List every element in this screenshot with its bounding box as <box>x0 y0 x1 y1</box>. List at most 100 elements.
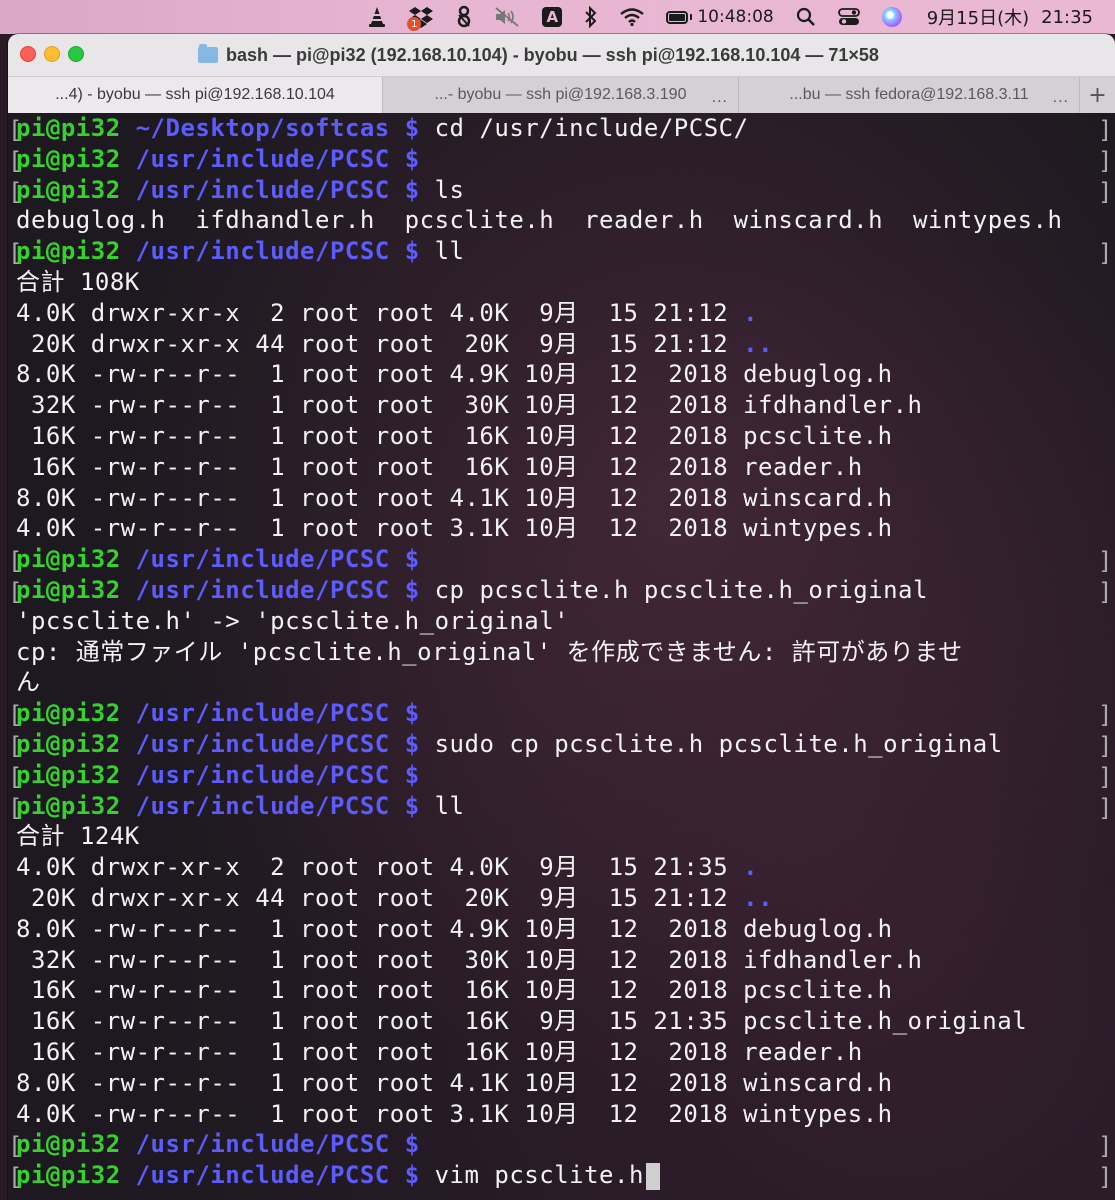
prompt-line: pi@pi32 /usr/include/PCSC $ [] <box>8 760 1115 791</box>
mute-icon[interactable] <box>483 0 531 34</box>
command-text: ll <box>434 791 465 820</box>
prompt-path: /usr/include/PCSC <box>135 575 390 604</box>
directory-entry: .. <box>743 883 774 912</box>
output-line: 16K -rw-r--r-- 1 root root 16K 10月 12 20… <box>16 975 1115 1006</box>
line-marker-left: [ <box>8 146 23 175</box>
output-text: 16K -rw-r--r-- 1 root root 16K 10月 12 20… <box>16 421 893 450</box>
prompt-symbol: $ <box>389 760 435 789</box>
prompt-line: pi@pi32 /usr/include/PCSC $ ls [] <box>8 175 1115 206</box>
line-marker-right: ] <box>1098 793 1113 822</box>
prompt-symbol: $ <box>389 545 435 574</box>
prompt-symbol: $ <box>389 791 435 820</box>
output-text: 8.0K -rw-r--r-- 1 root root 4.9K 10月 12 … <box>16 360 893 389</box>
output-line: 8.0K -rw-r--r-- 1 root root 4.9K 10月 12 … <box>16 914 1115 945</box>
prompt-path: /usr/include/PCSC <box>135 545 390 574</box>
line-marker-right: ] <box>1098 116 1113 144</box>
input-source-icon[interactable]: A <box>531 0 573 34</box>
output-line: 'pcsclite.h' -> 'pcsclite.h_original' <box>16 606 1115 637</box>
prompt-path: /usr/include/PCSC <box>135 237 390 266</box>
window-controls <box>20 46 84 62</box>
output-text: 32K -rw-r--r-- 1 root root 30K 10月 12 20… <box>16 945 923 974</box>
line-marker-left: [ <box>8 1132 23 1161</box>
line-marker-left: [ <box>8 577 23 606</box>
line-marker-right: ] <box>1098 146 1113 175</box>
output-line: 8.0K -rw-r--r-- 1 root root 4.1K 10月 12 … <box>16 483 1115 514</box>
output-line: 合計 108K <box>16 267 1115 298</box>
new-tab-button[interactable]: + <box>1080 77 1115 113</box>
output-line: 8.0K -rw-r--r-- 1 root root 4.9K 10月 12 … <box>16 359 1115 390</box>
output-line: 32K -rw-r--r-- 1 root root 30K 10月 12 20… <box>16 390 1115 421</box>
vlc-icon[interactable] <box>357 0 397 34</box>
line-marker-left: [ <box>8 731 23 760</box>
prompt-symbol: $ <box>389 237 435 266</box>
line-marker-left: [ <box>8 177 23 206</box>
close-button[interactable] <box>20 46 36 62</box>
prompt-symbol: $ <box>389 175 435 204</box>
prompt-path: /usr/include/PCSC <box>135 1161 390 1190</box>
output-line: 16K -rw-r--r-- 1 root root 16K 9月 15 21:… <box>16 1006 1115 1037</box>
output-text: 20K drwxr-xr-x 44 root root 20K 9月 15 21… <box>16 329 744 358</box>
prompt-symbol: $ <box>389 729 435 758</box>
command-text: sudo cp pcsclite.h pcsclite.h_original <box>434 729 1003 758</box>
line-marker-right: ] <box>1098 1163 1113 1192</box>
prompt-path: /usr/include/PCSC <box>135 729 390 758</box>
output-text: 'pcsclite.h' -> 'pcsclite.h_original' <box>16 606 570 635</box>
output-text: 16K -rw-r--r-- 1 root root 16K 10月 12 20… <box>16 452 863 481</box>
line-marker-left: [ <box>8 762 23 791</box>
prompt-user: pi@pi32 <box>16 1130 121 1159</box>
search-icon[interactable] <box>785 0 827 34</box>
terminal-window: bash — pi@pi32 (192.168.10.104) - byobu … <box>8 34 1115 1200</box>
minimize-button[interactable] <box>44 46 60 62</box>
command-text: ls <box>434 175 465 204</box>
output-text: 合計 124K <box>16 822 140 851</box>
line-marker-left: [ <box>8 239 23 268</box>
terminal-output[interactable]: pi@pi32 ~/Desktop/softcas $ cd /usr/incl… <box>8 113 1115 1200</box>
prompt-line: pi@pi32 /usr/include/PCSC $ ll [] <box>8 236 1115 268</box>
wifi-icon[interactable] <box>609 0 655 34</box>
prompt-line: pi@pi32 /usr/include/PCSC $ cp pcsclite.… <box>8 575 1115 606</box>
output-line: 4.0K drwxr-xr-x 2 root root 4.0K 9月 15 2… <box>16 298 1115 329</box>
title-bar[interactable]: bash — pi@pi32 (192.168.10.104) - byobu … <box>8 34 1115 77</box>
output-text: 16K -rw-r--r-- 1 root root 16K 10月 12 20… <box>16 976 893 1005</box>
menubar-date[interactable]: 9月15日(木) <box>913 4 1029 30</box>
output-text: cp: 通常ファイル 'pcsclite.h_original' を作成できませ… <box>16 637 963 666</box>
prompt-user: pi@pi32 <box>16 760 121 789</box>
prompt-line: pi@pi32 /usr/include/PCSC $ [] <box>8 544 1115 576</box>
output-line: 4.0K -rw-r--r-- 1 root root 3.1K 10月 12 … <box>16 513 1115 544</box>
tab-1[interactable]: ...4) - byobu — ssh pi@192.168.10.104 <box>8 77 383 113</box>
line-marker-right: ] <box>1098 239 1113 268</box>
bluetooth-icon[interactable] <box>573 0 609 34</box>
tab-label: ...- byobu — ssh pi@192.168.3.190 <box>434 86 687 103</box>
prompt-line: pi@pi32 /usr/include/PCSC $ [] <box>8 1129 1115 1160</box>
prompt-path: ~/Desktop/softcas <box>135 114 390 142</box>
prompt-symbol: $ <box>389 1130 435 1159</box>
tab-2[interactable]: ...- byobu — ssh pi@192.168.3.190 ... <box>383 77 739 113</box>
prompt-user: pi@pi32 <box>16 237 121 266</box>
line-marker-left: [ <box>8 547 23 576</box>
output-text: 4.0K drwxr-xr-x 2 root root 4.0K 9月 15 2… <box>16 298 744 327</box>
prompt-line: pi@pi32 /usr/include/PCSC $ [] <box>8 698 1115 730</box>
line-marker-left: [ <box>8 701 23 730</box>
directory-entry: .. <box>743 329 774 358</box>
command-text: ll <box>434 237 465 266</box>
battery-icon[interactable]: 10:48:08 <box>655 0 784 34</box>
output-line: 4.0K drwxr-xr-x 2 root root 4.0K 9月 15 2… <box>16 852 1115 883</box>
dropbox-icon[interactable]: 1 <box>397 0 445 34</box>
tab-3[interactable]: ...bu — ssh fedora@192.168.3.11 ... <box>739 77 1080 113</box>
prompt-path: /usr/include/PCSC <box>135 791 390 820</box>
output-line: ん <box>16 667 1115 698</box>
line-marker-right: ] <box>1098 701 1113 730</box>
menubar-clock[interactable]: 21:35 <box>1029 7 1093 28</box>
control-center-icon[interactable] <box>827 0 871 34</box>
output-text: 8.0K -rw-r--r-- 1 root root 4.1K 10月 12 … <box>16 1068 893 1097</box>
line-marker-right: ] <box>1098 547 1113 576</box>
output-line: cp: 通常ファイル 'pcsclite.h_original' を作成できませ… <box>16 637 1115 668</box>
prompt-path: /usr/include/PCSC <box>135 760 390 789</box>
prompt-user: pi@pi32 <box>16 545 121 574</box>
output-text: 20K drwxr-xr-x 44 root root 20K 9月 15 21… <box>16 883 744 912</box>
command-text: vim pcsclite.h <box>434 1161 644 1190</box>
siri-icon[interactable] <box>871 0 913 34</box>
zoom-button[interactable] <box>68 46 84 62</box>
bartender-icon[interactable] <box>445 0 483 34</box>
prompt-path: /usr/include/PCSC <box>135 1130 390 1159</box>
